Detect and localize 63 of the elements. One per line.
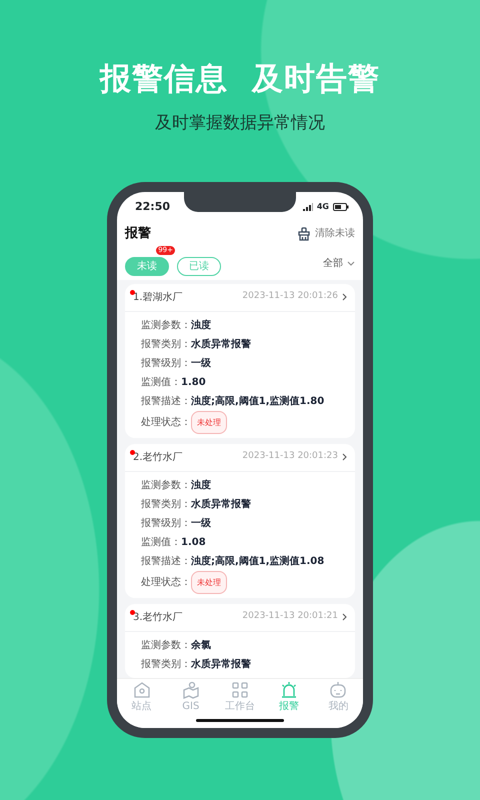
alert-time: 2023-11-13 20:01:23 bbox=[242, 450, 338, 464]
alert-card[interactable]: 1.碧湖水厂 2023-11-13 20:01:26 监测参数：浊度 报警类别：水质异常报警 报警级别：一级 监测值：1.80 报警描述：浊度;高限,阈值1,监测值1.80 处理状态： 未处理 bbox=[125, 284, 355, 438]
chevron-down-icon bbox=[347, 261, 355, 266]
field-value: 水质异常报警 bbox=[191, 658, 251, 670]
alert-card[interactable]: 3.老竹水厂 2023-11-13 20:01:21 监测参数：余氯 报警类别：水质异常报警 bbox=[125, 604, 355, 678]
nav-tab[interactable]: GIS bbox=[168, 681, 213, 714]
field-label: 报警描述： bbox=[141, 556, 191, 566]
alert-card[interactable]: 2.老竹水厂 2023-11-13 20:01:23 监测参数：浊度 报警类别：水质异常报警 报警级别：一级 监测值：1.08 报警描述：浊度;高限,阈值1,监测值1.08 处理状态： 未处理 bbox=[125, 444, 355, 598]
page-title: 报警 bbox=[125, 225, 151, 243]
tab[interactable]: 未读 bbox=[125, 256, 169, 276]
nav-tab[interactable]: 我的 bbox=[316, 681, 360, 714]
field-label: 监测值： bbox=[141, 536, 181, 548]
field-label: 处理状态： bbox=[141, 576, 191, 590]
field-label: 监测参数： bbox=[141, 320, 191, 330]
alert-title: 1.碧湖水厂 bbox=[133, 290, 183, 304]
field-value: 1.08 bbox=[181, 536, 206, 548]
field-value: 一级 bbox=[191, 358, 211, 368]
chevron-right-icon bbox=[342, 613, 347, 621]
chevron-right-icon bbox=[342, 453, 347, 461]
signal-icon bbox=[302, 203, 313, 211]
robot-icon bbox=[329, 681, 348, 699]
field-value: 余氯 bbox=[191, 640, 211, 650]
brush-icon bbox=[297, 226, 311, 241]
house-icon bbox=[132, 681, 151, 699]
field-label: 报警级别： bbox=[141, 518, 191, 528]
field-label: 监测参数： bbox=[141, 640, 191, 650]
status-tag: 未处理 bbox=[191, 410, 227, 434]
field-value: 浊度 bbox=[191, 320, 211, 330]
field-value: 一级 bbox=[191, 518, 211, 528]
field-label: 报警描述： bbox=[141, 396, 191, 406]
clear-unread-button[interactable]: 清除未读 bbox=[315, 226, 355, 242]
headline: 报警信息 及时告警 bbox=[100, 60, 380, 99]
status-time: 22:50 bbox=[135, 198, 170, 215]
field-value: 水质异常报警 bbox=[191, 498, 251, 510]
nav-tab[interactable]: 工作台 bbox=[218, 681, 262, 714]
alert-title: 3.老竹水厂 bbox=[133, 610, 183, 624]
field-label: 报警类别： bbox=[141, 338, 191, 350]
field-label: 报警级别： bbox=[141, 358, 191, 368]
alert-time: 2023-11-13 20:01:21 bbox=[242, 610, 338, 624]
alarm-light-icon bbox=[280, 681, 298, 699]
filter-dropdown[interactable]: 全部 bbox=[323, 256, 355, 271]
chevron-right-icon bbox=[342, 293, 347, 301]
alert-time: 2023-11-13 20:01:26 bbox=[242, 290, 338, 304]
field-label: 报警类别： bbox=[141, 658, 191, 670]
field-label: 监测参数： bbox=[141, 480, 191, 490]
grid-icon bbox=[230, 681, 249, 699]
field-value: 浊度;高限,阈值1,监测值1.80 bbox=[191, 396, 324, 406]
status-tag: 未处理 bbox=[191, 570, 227, 594]
nav-tab[interactable]: 报警 bbox=[267, 681, 312, 714]
field-label: 监测值： bbox=[141, 376, 181, 388]
field-label: 报警类别： bbox=[141, 498, 191, 510]
tab[interactable]: 已读 bbox=[177, 256, 221, 276]
network-label: 4G bbox=[316, 201, 329, 213]
subheadline: 及时掌握数据异常情况 bbox=[155, 112, 325, 134]
field-label: 处理状态： bbox=[141, 416, 191, 430]
field-value: 水质异常报警 bbox=[191, 338, 251, 350]
field-value: 浊度 bbox=[191, 480, 211, 490]
map-icon bbox=[182, 681, 200, 699]
alert-title: 2.老竹水厂 bbox=[133, 450, 183, 464]
battery-icon bbox=[333, 203, 349, 211]
field-value: 1.80 bbox=[181, 376, 206, 388]
field-value: 浊度;高限,阈值1,监测值1.08 bbox=[191, 556, 324, 566]
nav-tab[interactable]: 站点 bbox=[120, 681, 164, 714]
